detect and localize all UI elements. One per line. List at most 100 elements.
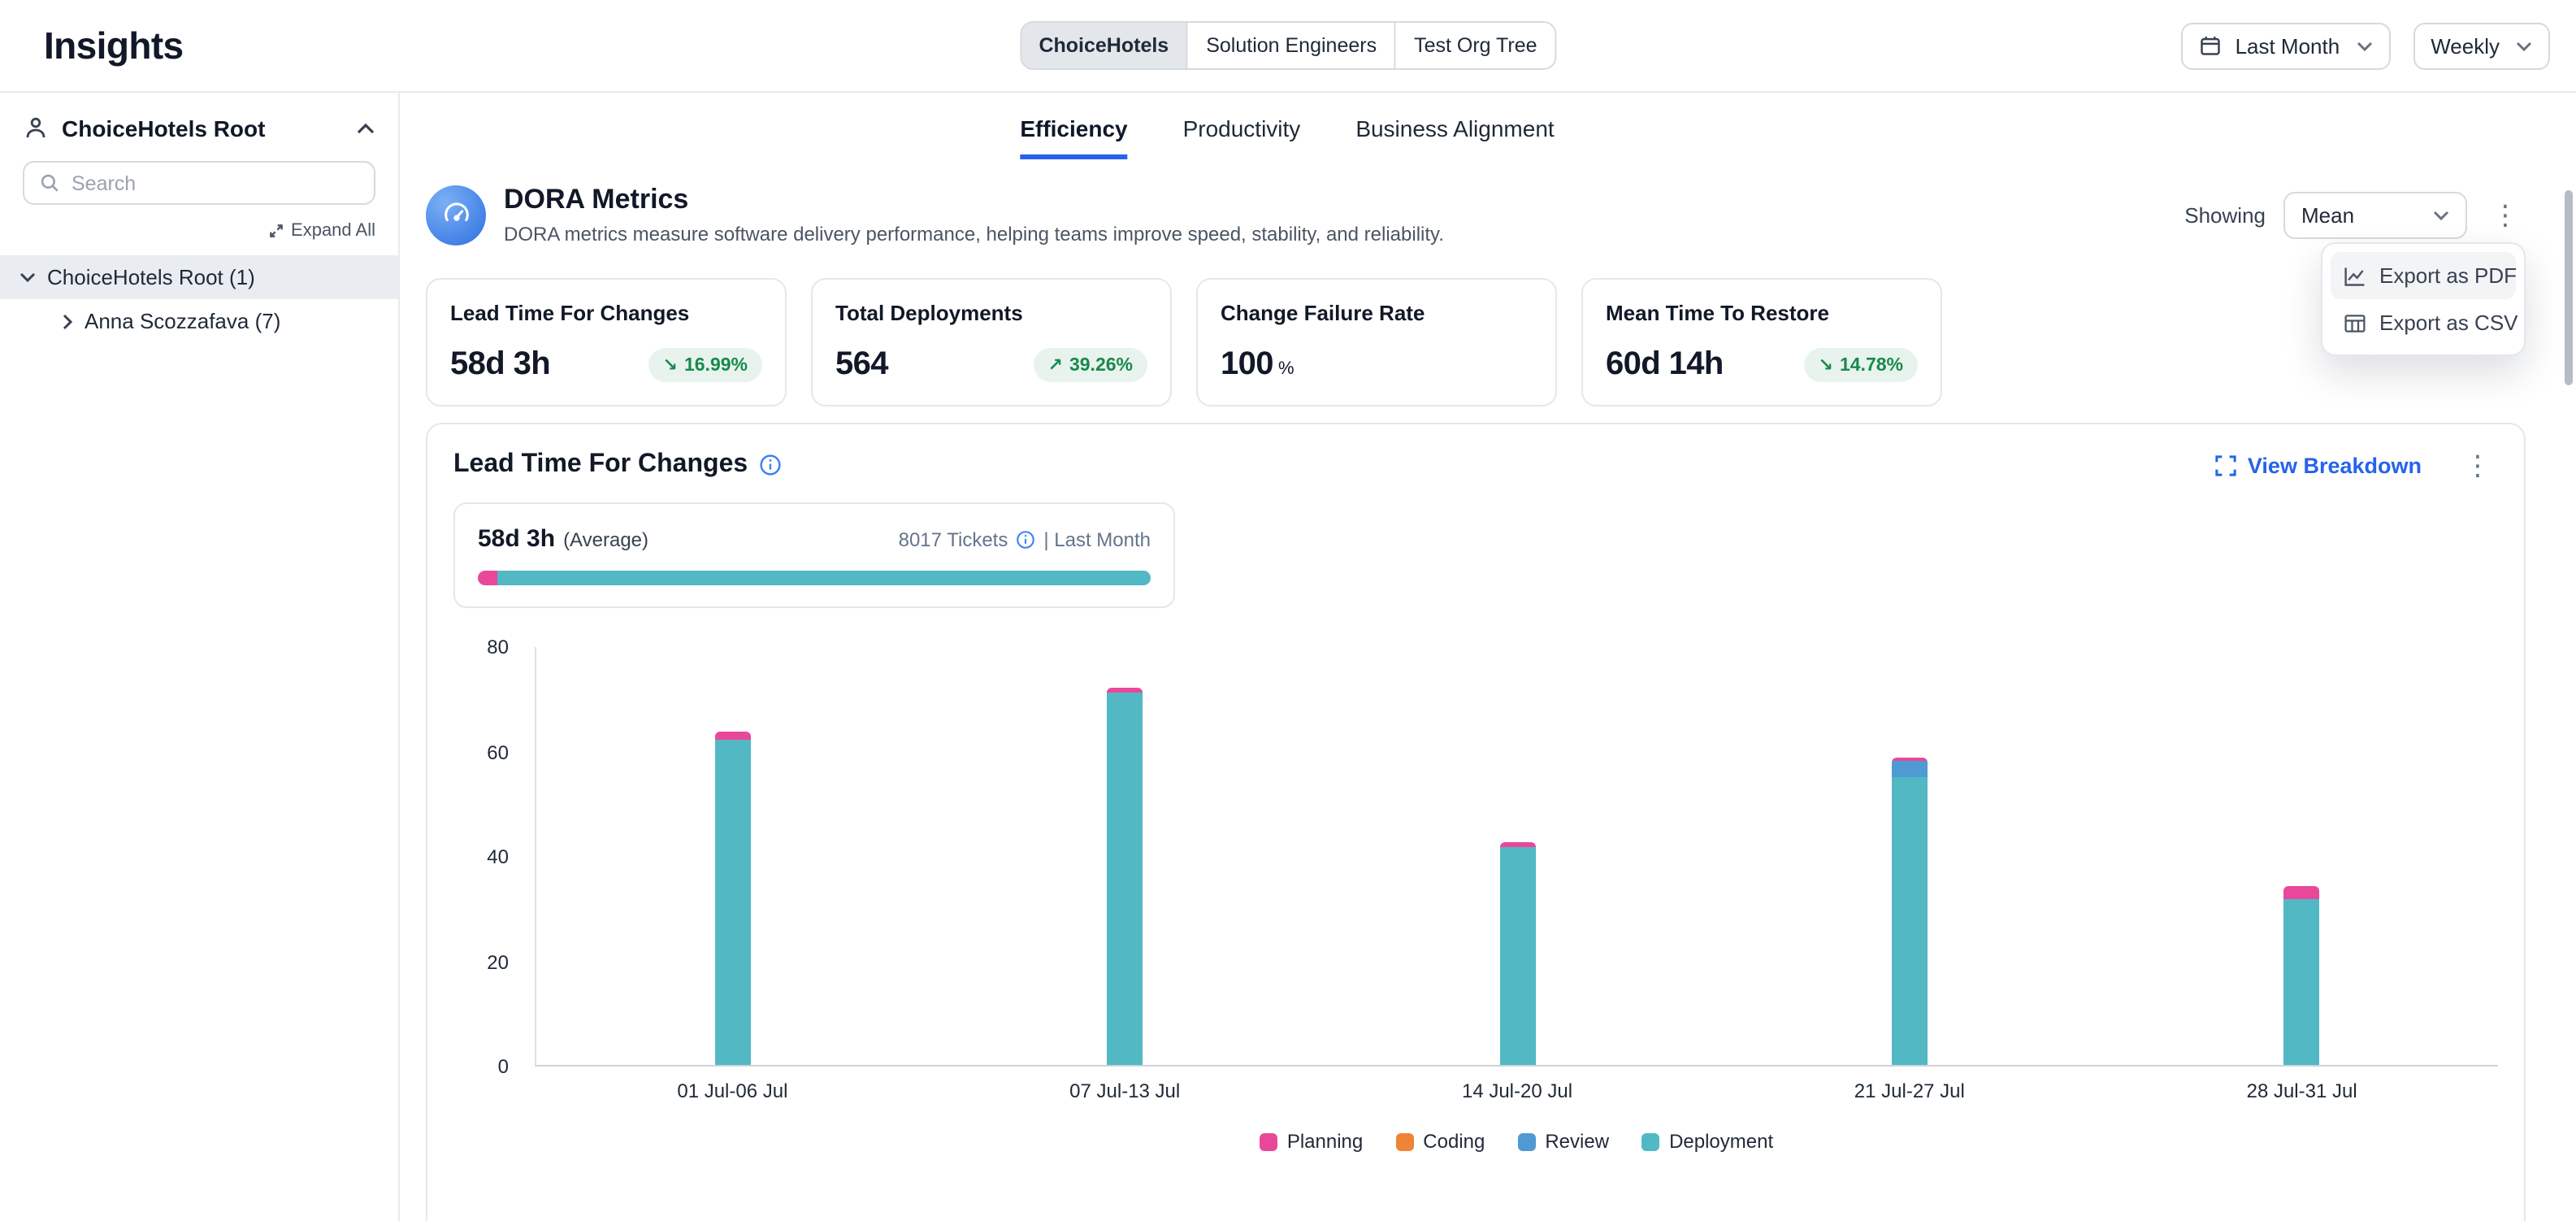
- x-tick-label: 21 Jul-27 Jul: [1713, 1080, 2105, 1102]
- legend-label: Planning: [1287, 1130, 1363, 1153]
- calendar-icon: [2200, 34, 2223, 57]
- date-range-select[interactable]: Last Month: [2182, 22, 2391, 69]
- expand-all-icon: [268, 223, 284, 239]
- dora-header-text: DORA Metrics DORA metrics measure softwa…: [504, 184, 1444, 246]
- top-bar: Insights ChoiceHotels Solution Engineers…: [0, 0, 2576, 93]
- stacked-bar[interactable]: [1892, 758, 1928, 1065]
- aggregation-select[interactable]: Mean: [2283, 191, 2467, 238]
- legend-swatch: [1517, 1132, 1535, 1150]
- main-content: Efficiency Productivity Business Alignme…: [400, 93, 2576, 1221]
- export-pdf-menu-item[interactable]: Export as PDF: [2331, 252, 2516, 299]
- trend-down-icon: ↘: [663, 354, 678, 376]
- showing-label: Showing: [2184, 202, 2266, 227]
- summary-average-label: (Average): [563, 528, 648, 550]
- legend-item-planning[interactable]: Planning: [1260, 1130, 1363, 1153]
- metric-value: 100%: [1221, 346, 1294, 384]
- trend-up-icon: ↗: [1048, 354, 1063, 376]
- legend-swatch: [1260, 1132, 1277, 1150]
- dora-description: DORA metrics measure software delivery p…: [504, 223, 1444, 246]
- chevron-down-icon: [2356, 40, 2372, 51]
- org-tab-solution-engineers[interactable]: Solution Engineers: [1188, 23, 1396, 68]
- metric-title: Total Deployments: [835, 301, 1147, 325]
- tree-item-anna-scozzafava[interactable]: Anna Scozzafava (7): [0, 299, 398, 343]
- metric-value: 60d 14h: [1606, 346, 1724, 384]
- vertical-scrollbar-thumb[interactable]: [2565, 190, 2573, 385]
- expand-all-label: Expand All: [291, 221, 375, 241]
- chevron-up-icon: [356, 122, 375, 135]
- legend-item-deployment[interactable]: Deployment: [1641, 1130, 1773, 1153]
- delta-value: 14.78%: [1840, 355, 1903, 375]
- granularity-select[interactable]: Weekly: [2413, 22, 2550, 69]
- tree-item-choicehotels-root[interactable]: ChoiceHotels Root (1): [0, 255, 398, 299]
- chevron-down-icon: [2516, 40, 2532, 51]
- stacked-bar[interactable]: [1107, 688, 1143, 1065]
- chart-plot: [535, 647, 2498, 1067]
- chevron-right-icon: [62, 313, 73, 329]
- dora-controls: Showing Mean ⋮: [2184, 191, 2526, 238]
- org-tab-test-org-tree[interactable]: Test Org Tree: [1396, 23, 1555, 68]
- bar-segment-review: [1892, 761, 1928, 776]
- delta-badge: ↗ 39.26%: [1034, 348, 1147, 382]
- stacked-bar[interactable]: [714, 732, 750, 1065]
- stacked-bar[interactable]: [2284, 887, 2320, 1065]
- tree-item-label: Anna Scozzafava (7): [85, 309, 280, 333]
- table-icon: [2344, 311, 2366, 334]
- legend-label: Deployment: [1669, 1130, 1773, 1153]
- bar-segment-deployment: [1107, 693, 1143, 1065]
- dora-title: DORA Metrics: [504, 184, 1444, 216]
- info-icon[interactable]: [1016, 529, 1035, 549]
- expand-corners-icon: [2215, 454, 2236, 476]
- x-tick-label: 01 Jul-06 Jul: [536, 1080, 929, 1102]
- info-icon[interactable]: [759, 454, 782, 476]
- search-icon: [39, 172, 60, 193]
- stacked-bar[interactable]: [1499, 842, 1535, 1065]
- y-tick-label: 20: [487, 950, 509, 973]
- sidebar-collapse-button[interactable]: [356, 122, 375, 135]
- tab-business-alignment[interactable]: Business Alignment: [1355, 115, 1554, 159]
- lead-time-summary-card: 58d 3h (Average) 8017 Tickets | Last Mon…: [453, 502, 1175, 608]
- progress-segment-planning: [478, 571, 498, 585]
- x-tick-label: 28 Jul-31 Jul: [2105, 1080, 2498, 1102]
- view-breakdown-button[interactable]: View Breakdown: [2215, 453, 2422, 477]
- period-label: | Last Month: [1043, 528, 1151, 550]
- section-title: Lead Time For Changes: [453, 450, 748, 480]
- metric-card-mean-time-to-restore: Mean Time To Restore 60d 14h ↘14.78%: [1581, 278, 1942, 406]
- bar-segment-planning: [2284, 887, 2320, 900]
- bar-group: [1713, 647, 2105, 1065]
- delta-badge: ↘ 14.78%: [1804, 348, 1918, 382]
- expand-all-button[interactable]: Expand All: [0, 221, 398, 255]
- section-kebab-menu-button[interactable]: ⋮: [2457, 451, 2498, 479]
- view-breakdown-label: View Breakdown: [2248, 453, 2422, 477]
- y-tick-label: 40: [487, 845, 509, 868]
- dora-header: DORA Metrics DORA metrics measure softwa…: [426, 184, 2526, 246]
- bar-group: [1321, 647, 1714, 1065]
- sidebar-header: ChoiceHotels Root: [0, 109, 398, 158]
- legend-item-review[interactable]: Review: [1517, 1130, 1609, 1153]
- chevron-down-icon: [2433, 209, 2449, 220]
- tree-item-label: ChoiceHotels Root (1): [47, 265, 255, 289]
- chart-legend: Planning Coding Review Deployment: [535, 1130, 2498, 1153]
- delta-value: 16.99%: [684, 355, 748, 375]
- y-tick-label: 80: [487, 636, 509, 658]
- search-input[interactable]: [72, 172, 359, 194]
- org-tab-choicehotels[interactable]: ChoiceHotels: [1021, 23, 1188, 68]
- trend-down-icon: ↘: [1819, 354, 1833, 376]
- legend-item-coding[interactable]: Coding: [1395, 1130, 1485, 1153]
- chart-line-icon: [2344, 264, 2366, 287]
- export-csv-menu-item[interactable]: Export as CSV: [2331, 299, 2516, 346]
- org-tree-sidebar: ChoiceHotels Root Expand All ChoiceHotel…: [0, 93, 400, 1221]
- metric-card-total-deployments: Total Deployments 564 ↗39.26%: [811, 278, 1172, 406]
- menu-item-label: Export as CSV: [2379, 311, 2518, 335]
- delta-value: 39.26%: [1069, 355, 1133, 375]
- y-tick-label: 60: [487, 741, 509, 763]
- x-labels: 01 Jul-06 Jul07 Jul-13 Jul14 Jul-20 Jul2…: [535, 1080, 2498, 1102]
- dora-kebab-menu-button[interactable]: ⋮: [2485, 201, 2526, 228]
- top-bar-controls: Last Month Weekly: [2182, 22, 2550, 69]
- org-switcher: ChoiceHotels Solution Engineers Test Org…: [1019, 21, 1556, 70]
- tab-efficiency[interactable]: Efficiency: [1020, 115, 1127, 159]
- metric-card-lead-time: Lead Time For Changes 58d 3h ↘16.99%: [426, 278, 787, 406]
- x-tick-label: 14 Jul-20 Jul: [1321, 1080, 1714, 1102]
- menu-item-label: Export as PDF: [2379, 263, 2517, 288]
- tab-productivity[interactable]: Productivity: [1183, 115, 1301, 159]
- aggregation-value: Mean: [2301, 202, 2354, 227]
